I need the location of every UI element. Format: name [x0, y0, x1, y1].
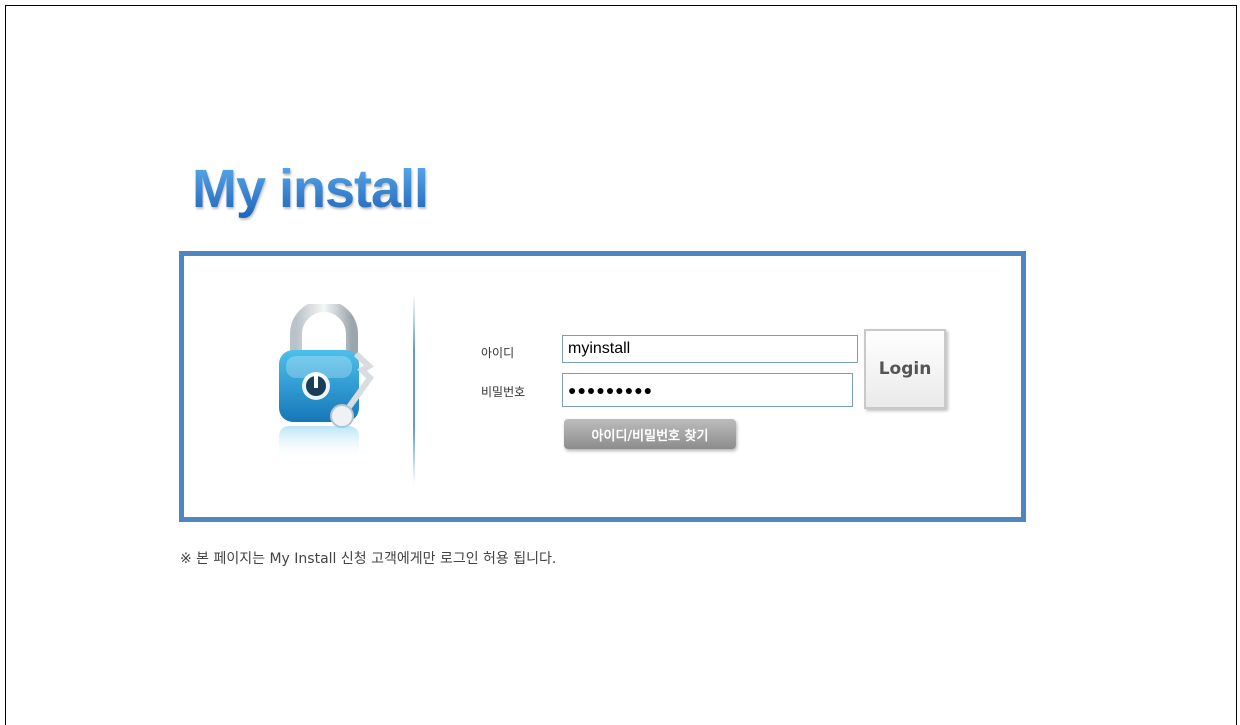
login-button[interactable]: Login — [864, 329, 946, 409]
vertical-divider — [413, 294, 415, 484]
my-install-logo: My install — [192, 159, 429, 219]
login-notice: ※ 본 페이지는 My Install 신청 고객에게만 로그인 허용 됩니다. — [180, 551, 557, 567]
login-panel: 아이디 비밀번호 ●●●●●●●●● Login 아이디/비밀번호 찾기 — [179, 251, 1026, 522]
id-input[interactable] — [562, 335, 858, 363]
password-input[interactable]: ●●●●●●●●● — [562, 373, 853, 407]
password-label: 비밀번호 — [481, 385, 526, 399]
id-label: 아이디 — [481, 346, 515, 360]
find-id-password-button[interactable]: 아이디/비밀번호 찾기 — [564, 419, 736, 449]
padlock-key-icon — [274, 300, 384, 464]
